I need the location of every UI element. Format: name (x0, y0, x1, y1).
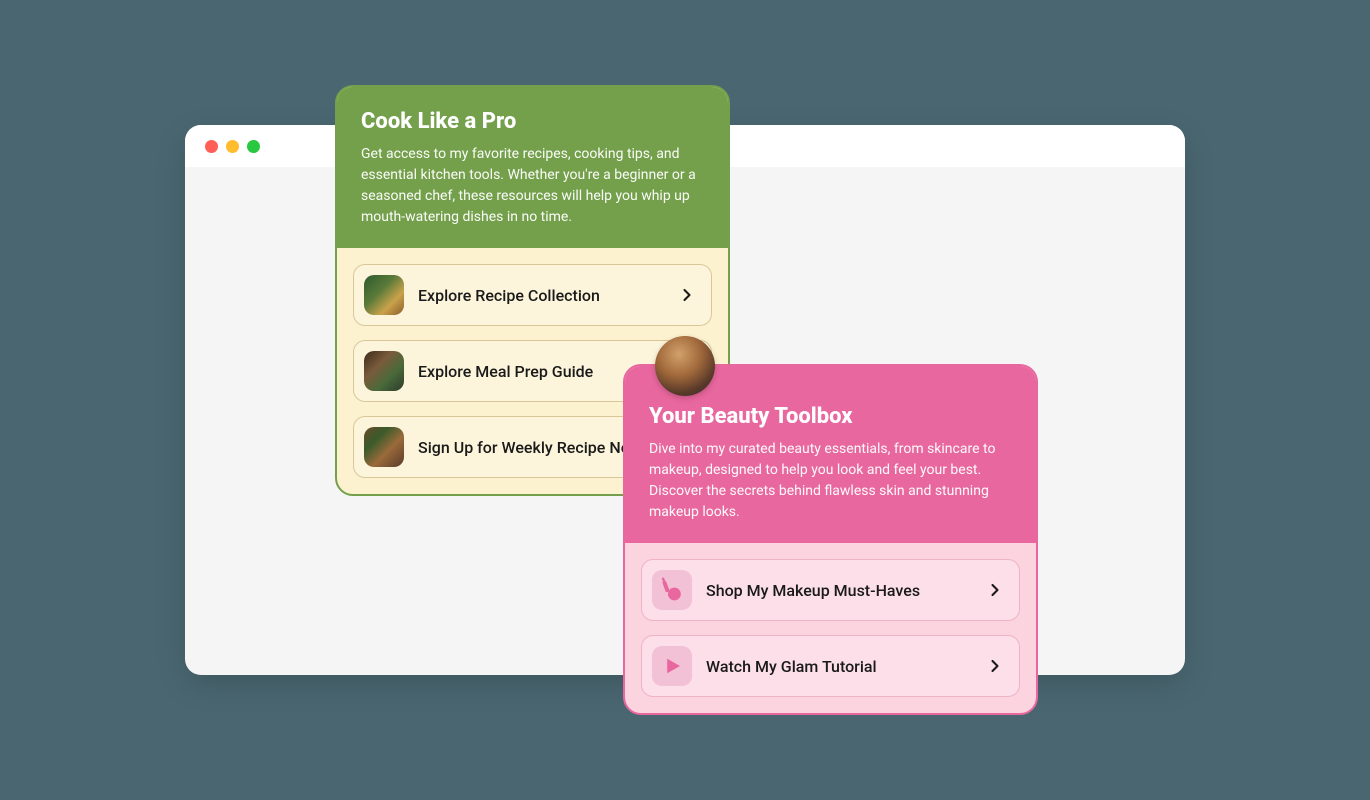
link-label: Shop My Makeup Must-Haves (706, 581, 971, 600)
beauty-link-glam-tutorial[interactable]: Watch My Glam Tutorial (641, 635, 1020, 697)
chevron-right-icon (985, 580, 1005, 600)
play-icon (652, 646, 692, 686)
cook-link-recipe-collection[interactable]: Explore Recipe Collection (353, 264, 712, 326)
avatar (655, 336, 715, 396)
window-minimize-dot[interactable] (226, 140, 239, 153)
cook-card-description: Get access to my favorite recipes, cooki… (361, 144, 704, 228)
food-thumbnail-icon (364, 275, 404, 315)
beauty-card: Your Beauty Toolbox Dive into my curated… (623, 364, 1038, 715)
beauty-card-body: Shop My Makeup Must-Haves Watch My Glam … (625, 543, 1036, 713)
window-close-dot[interactable] (205, 140, 218, 153)
food-thumbnail-icon (364, 351, 404, 391)
chevron-right-icon (677, 285, 697, 305)
link-label: Watch My Glam Tutorial (706, 657, 971, 676)
chevron-right-icon (985, 656, 1005, 676)
beauty-link-shop-makeup[interactable]: Shop My Makeup Must-Haves (641, 559, 1020, 621)
beauty-card-title: Your Beauty Toolbox (649, 404, 1012, 429)
beauty-card-description: Dive into my curated beauty essentials, … (649, 439, 1012, 523)
makeup-icon (652, 570, 692, 610)
window-maximize-dot[interactable] (247, 140, 260, 153)
food-thumbnail-icon (364, 427, 404, 467)
cook-card-title: Cook Like a Pro (361, 109, 704, 134)
cook-card-header: Cook Like a Pro Get access to my favorit… (337, 87, 728, 248)
link-label: Explore Recipe Collection (418, 286, 663, 305)
